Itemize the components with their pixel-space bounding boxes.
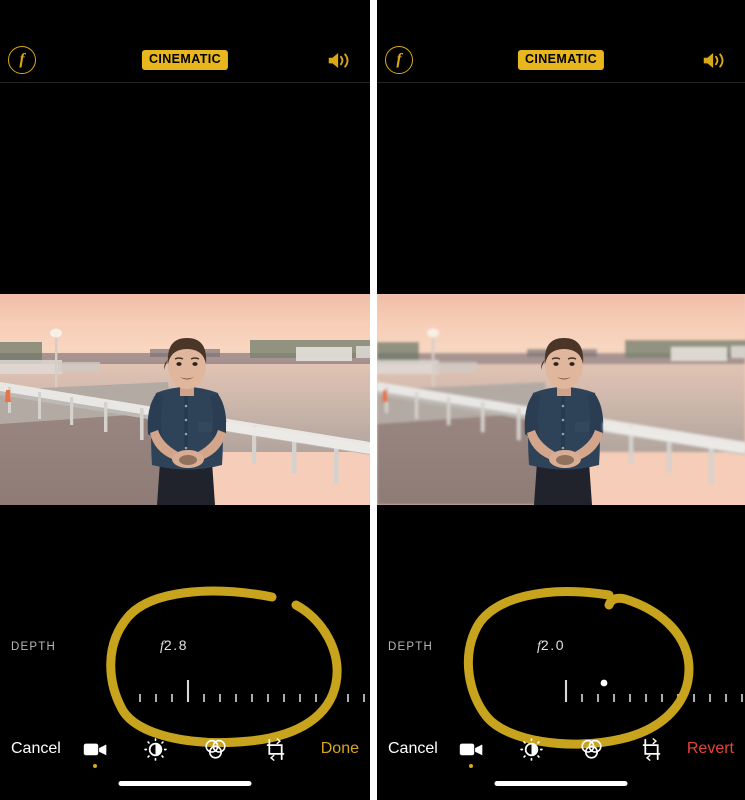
aperture-f-icon[interactable]: f [385, 46, 413, 74]
speaker-on-icon[interactable] [324, 48, 356, 72]
depth-label-left: DEPTH [11, 641, 56, 653]
depth-slider-left[interactable] [0, 672, 370, 702]
f-stop-number: 2.8 [163, 637, 189, 653]
crop-rotate-icon[interactable] [260, 733, 290, 765]
aperture-f-icon[interactable]: f [8, 46, 36, 74]
edit-tool-icons-left [80, 733, 290, 768]
bottom-toolbar-right: Cancel Revert [377, 731, 745, 769]
depth-value-left: f2.8 [160, 637, 188, 655]
edit-tool-icons-right [456, 733, 666, 768]
cancel-button[interactable]: Cancel [11, 737, 61, 761]
bottom-toolbar-left: Cancel Done [0, 731, 370, 769]
top-divider-line [377, 82, 745, 83]
home-indicator-right [494, 781, 628, 786]
crop-rotate-icon[interactable] [636, 733, 666, 765]
top-bar-right: f CINEMATIC [377, 38, 745, 82]
cinematic-mode-badge[interactable]: CINEMATIC [517, 50, 605, 70]
revert-button[interactable]: Revert [687, 737, 734, 761]
cinematic-mode-badge[interactable]: CINEMATIC [141, 50, 229, 70]
panel-right: f CINEMATIC DEPTH f2.0 Cancel Revert [377, 0, 745, 800]
panel-divider [370, 0, 377, 800]
adjust-dial-icon[interactable] [140, 733, 170, 765]
f-stop-number: 2.0 [540, 637, 566, 653]
panel-left: f CINEMATIC DEPTH f2.8 Cancel Done [0, 0, 370, 800]
active-tool-dot [469, 764, 473, 768]
depth-value-right: f2.0 [537, 637, 565, 655]
color-filters-icon[interactable] [576, 733, 606, 765]
top-divider-line [0, 82, 370, 83]
top-bar-left: f CINEMATIC [0, 38, 370, 82]
comparison-screenshot-root: f CINEMATIC DEPTH f2.8 Cancel Done f CIN… [0, 0, 745, 800]
depth-label-right: DEPTH [388, 641, 433, 653]
photo-preview-left[interactable] [0, 294, 370, 505]
speaker-on-icon[interactable] [699, 48, 731, 72]
color-filters-icon[interactable] [200, 733, 230, 765]
done-button[interactable]: Done [321, 737, 359, 761]
home-indicator-left [118, 781, 252, 786]
active-tool-dot [93, 764, 97, 768]
photo-preview-right[interactable] [377, 294, 745, 505]
adjust-dial-icon[interactable] [516, 733, 546, 765]
depth-slider-right[interactable] [377, 672, 745, 702]
video-camera-icon[interactable] [456, 733, 486, 768]
cancel-button[interactable]: Cancel [388, 737, 438, 761]
video-camera-icon[interactable] [80, 733, 110, 768]
